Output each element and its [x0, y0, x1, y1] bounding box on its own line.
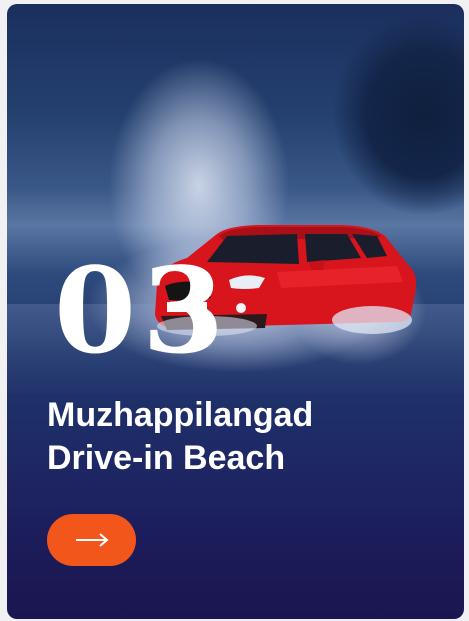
card-title: Muzhappilangad Drive-in Beach [47, 394, 447, 480]
card-title-line2: Drive-in Beach [47, 439, 286, 477]
arrow-right-icon [75, 533, 109, 547]
card-title-line1: Muzhappilangad [47, 396, 314, 434]
destination-card[interactable]: 03 Muzhappilangad Drive-in Beach [7, 4, 464, 619]
card-number: 03 [54, 241, 231, 380]
next-arrow-button[interactable] [47, 514, 136, 566]
